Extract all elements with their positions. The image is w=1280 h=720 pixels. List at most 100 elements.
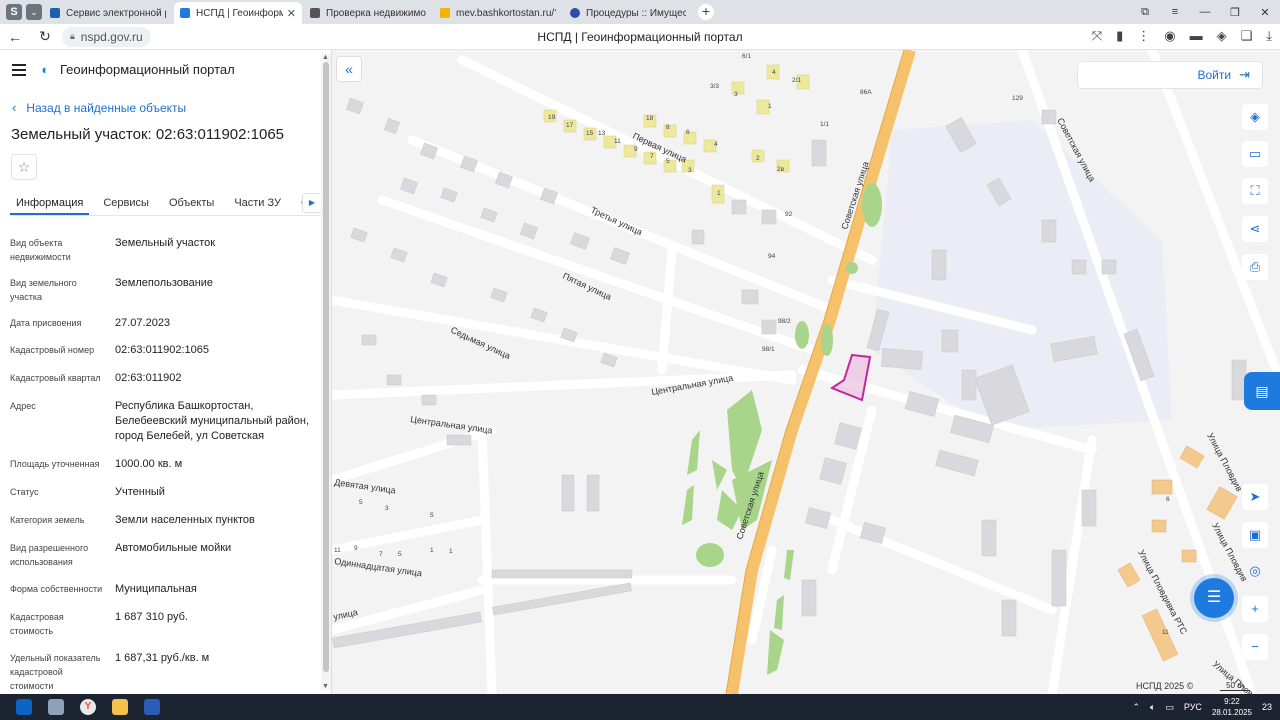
panel-scrollbar[interactable]: ▲ ▼ <box>321 54 331 690</box>
tab-title: mev.bashkortostan.ru/?m <box>456 7 556 19</box>
select-area-icon[interactable]: ⛶ <box>1242 178 1268 204</box>
address-bar: ← ↻ 🔒︎ nspd.gov.ru НСПД | Геоинформацион… <box>0 24 1280 50</box>
map-copyright: НСПД 2025 © <box>1136 681 1194 691</box>
tab-favicon-icon <box>180 8 190 18</box>
svg-text:Центральная улица: Центральная улица <box>410 414 493 435</box>
svg-text:2/1: 2/1 <box>792 77 801 84</box>
bookmark-icon[interactable]: ▮ <box>1116 28 1123 44</box>
maximize-icon[interactable]: ❐ <box>1220 6 1250 19</box>
more-icon[interactable]: ⋮ <box>1137 28 1150 44</box>
print-icon[interactable]: ⎙ <box>1242 254 1268 280</box>
extension-icon[interactable]: ▬ <box>1190 28 1203 44</box>
input-language[interactable]: РУС <box>1184 702 1202 712</box>
tab-favicon-icon <box>310 8 320 18</box>
identify-icon[interactable]: ◎ <box>1242 558 1268 584</box>
browser-tab-1[interactable]: Сервис электронной ре <box>44 2 172 24</box>
svg-text:Одиннадцатая улица: Одиннадцатая улица <box>334 556 423 578</box>
svg-text:9: 9 <box>354 545 358 552</box>
tabs-overview-icon[interactable]: ⧉ <box>1130 6 1160 19</box>
yandex-browser-icon[interactable]: Y <box>80 699 96 715</box>
browser-tab-2-active[interactable]: НСПД | Геоинформацио ✕ <box>174 2 302 24</box>
property-key: Кадастровый квартал <box>10 373 101 383</box>
map-canvas[interactable]: Первая улица Третья улица Пятая улица Се… <box>332 50 1280 694</box>
file-explorer-icon[interactable] <box>112 699 128 715</box>
property-key: Дата присвоения <box>10 318 82 328</box>
scroll-up-icon[interactable]: ▲ <box>322 54 329 61</box>
tab-services[interactable]: Сервисы <box>97 190 155 215</box>
extension-icon[interactable]: ◉ <box>1164 28 1175 44</box>
outlook-icon[interactable] <box>16 699 32 715</box>
collapse-panel-button[interactable]: « <box>336 56 362 82</box>
tab-information[interactable]: Информация <box>10 190 90 215</box>
tray-chevron-icon[interactable]: ⌃ <box>1132 702 1140 713</box>
zoom-in-button[interactable]: + <box>1242 596 1268 622</box>
geolocation-icon[interactable]: ➤ <box>1242 484 1268 510</box>
clock[interactable]: 9:22 28.01.2025 <box>1212 696 1252 718</box>
tabs-scroll-right-icon[interactable]: ▶ <box>302 193 322 213</box>
collections-icon[interactable]: ❏ <box>1241 28 1253 44</box>
zoom-out-button[interactable]: − <box>1242 634 1268 660</box>
hamburger-menu-icon[interactable] <box>12 63 26 76</box>
property-value: 1000.00 кв. м <box>115 458 183 470</box>
property-key: Категория земель <box>10 515 85 525</box>
word-icon[interactable] <box>144 699 160 715</box>
network-icon[interactable]: ▭ <box>1165 702 1174 713</box>
reload-icon[interactable]: ↻ <box>30 28 60 45</box>
map-view[interactable]: Первая улица Третья улица Пятая улица Се… <box>332 50 1280 694</box>
back-to-results-link[interactable]: ‹ Назад в найденные объекты <box>12 100 186 115</box>
tab-favicon-icon <box>440 8 450 18</box>
property-key: Вид объекта недвижимости <box>10 238 71 262</box>
svg-text:129: 129 <box>1012 95 1023 102</box>
property-value: 27.07.2023 <box>115 317 171 329</box>
tab-objects[interactable]: Объекты <box>163 190 220 215</box>
svg-text:1/1: 1/1 <box>820 121 829 128</box>
close-window-icon[interactable]: ✕ <box>1250 6 1280 19</box>
svg-text:5: 5 <box>430 512 434 519</box>
download-icon[interactable]: ⤓ <box>1266 28 1272 44</box>
new-tab-button[interactable]: + <box>698 4 714 20</box>
scroll-down-icon[interactable]: ▼ <box>322 683 329 690</box>
svg-text:94: 94 <box>768 253 776 260</box>
minimap-icon[interactable]: ▣ <box>1242 522 1268 548</box>
browser-tab-4[interactable]: mev.bashkortostan.ru/?m <box>434 2 562 24</box>
svg-text:11: 11 <box>614 138 621 145</box>
svg-text:7: 7 <box>650 153 654 160</box>
share-icon[interactable]: ⋖ <box>1242 216 1268 242</box>
property-value: Автомобильные мойки <box>115 542 232 554</box>
back-arrow-icon[interactable]: ← <box>0 29 30 45</box>
ruler-icon[interactable]: ▭ <box>1242 141 1268 167</box>
svg-text:1: 1 <box>449 548 453 555</box>
url-field[interactable]: 🔒︎ nspd.gov.ru <box>62 26 151 47</box>
close-tab-icon[interactable]: ✕ <box>287 7 296 20</box>
svg-text:11: 11 <box>334 547 341 554</box>
login-button[interactable]: Войти ⇥ <box>1077 61 1263 89</box>
property-key: Удельный показатель кадастровой стоимост… <box>10 653 101 691</box>
property-key: Форма собственности <box>10 584 103 594</box>
notifications-badge[interactable]: 23 <box>1262 702 1272 712</box>
svg-text:4: 4 <box>714 141 718 148</box>
minimize-icon[interactable]: — <box>1190 6 1220 18</box>
window-controls: ⧉ ≡ — ❐ ✕ <box>1130 0 1280 24</box>
browser-tab-5[interactable]: Процедуры :: Имущества <box>564 2 692 24</box>
tab-parts[interactable]: Части ЗУ <box>228 190 287 215</box>
property-value: Землепользование <box>115 277 214 289</box>
side-widget-icon[interactable]: ▤ <box>1244 372 1280 410</box>
tab-favicon-icon <box>570 8 580 18</box>
portal-name: Геоинформационный портал <box>60 62 235 77</box>
app-icon[interactable] <box>48 699 64 715</box>
scrollbar-thumb[interactable] <box>323 62 329 672</box>
svg-text:11: 11 <box>1162 629 1169 636</box>
translate-icon[interactable]: ⤧ <box>1092 28 1102 44</box>
property-value: Учтенный <box>115 486 165 498</box>
layers-icon[interactable]: ◈ <box>1242 104 1268 130</box>
favorite-star-button[interactable]: ☆ <box>11 154 37 180</box>
chevron-left-icon: ‹ <box>12 100 17 115</box>
svg-text:1: 1 <box>430 547 434 554</box>
chat-button[interactable]: ☰ <box>1194 578 1234 618</box>
shield-icon[interactable]: ◈ <box>1217 28 1227 44</box>
volume-icon[interactable]: 🔈︎ <box>1150 702 1155 713</box>
menu-icon[interactable]: ≡ <box>1160 6 1190 18</box>
tab-menu-icon[interactable]: ⌄ <box>26 4 42 20</box>
browser-tab-3[interactable]: Проверка недвижимост <box>304 2 432 24</box>
browser-logo-icon[interactable]: S <box>6 4 22 20</box>
